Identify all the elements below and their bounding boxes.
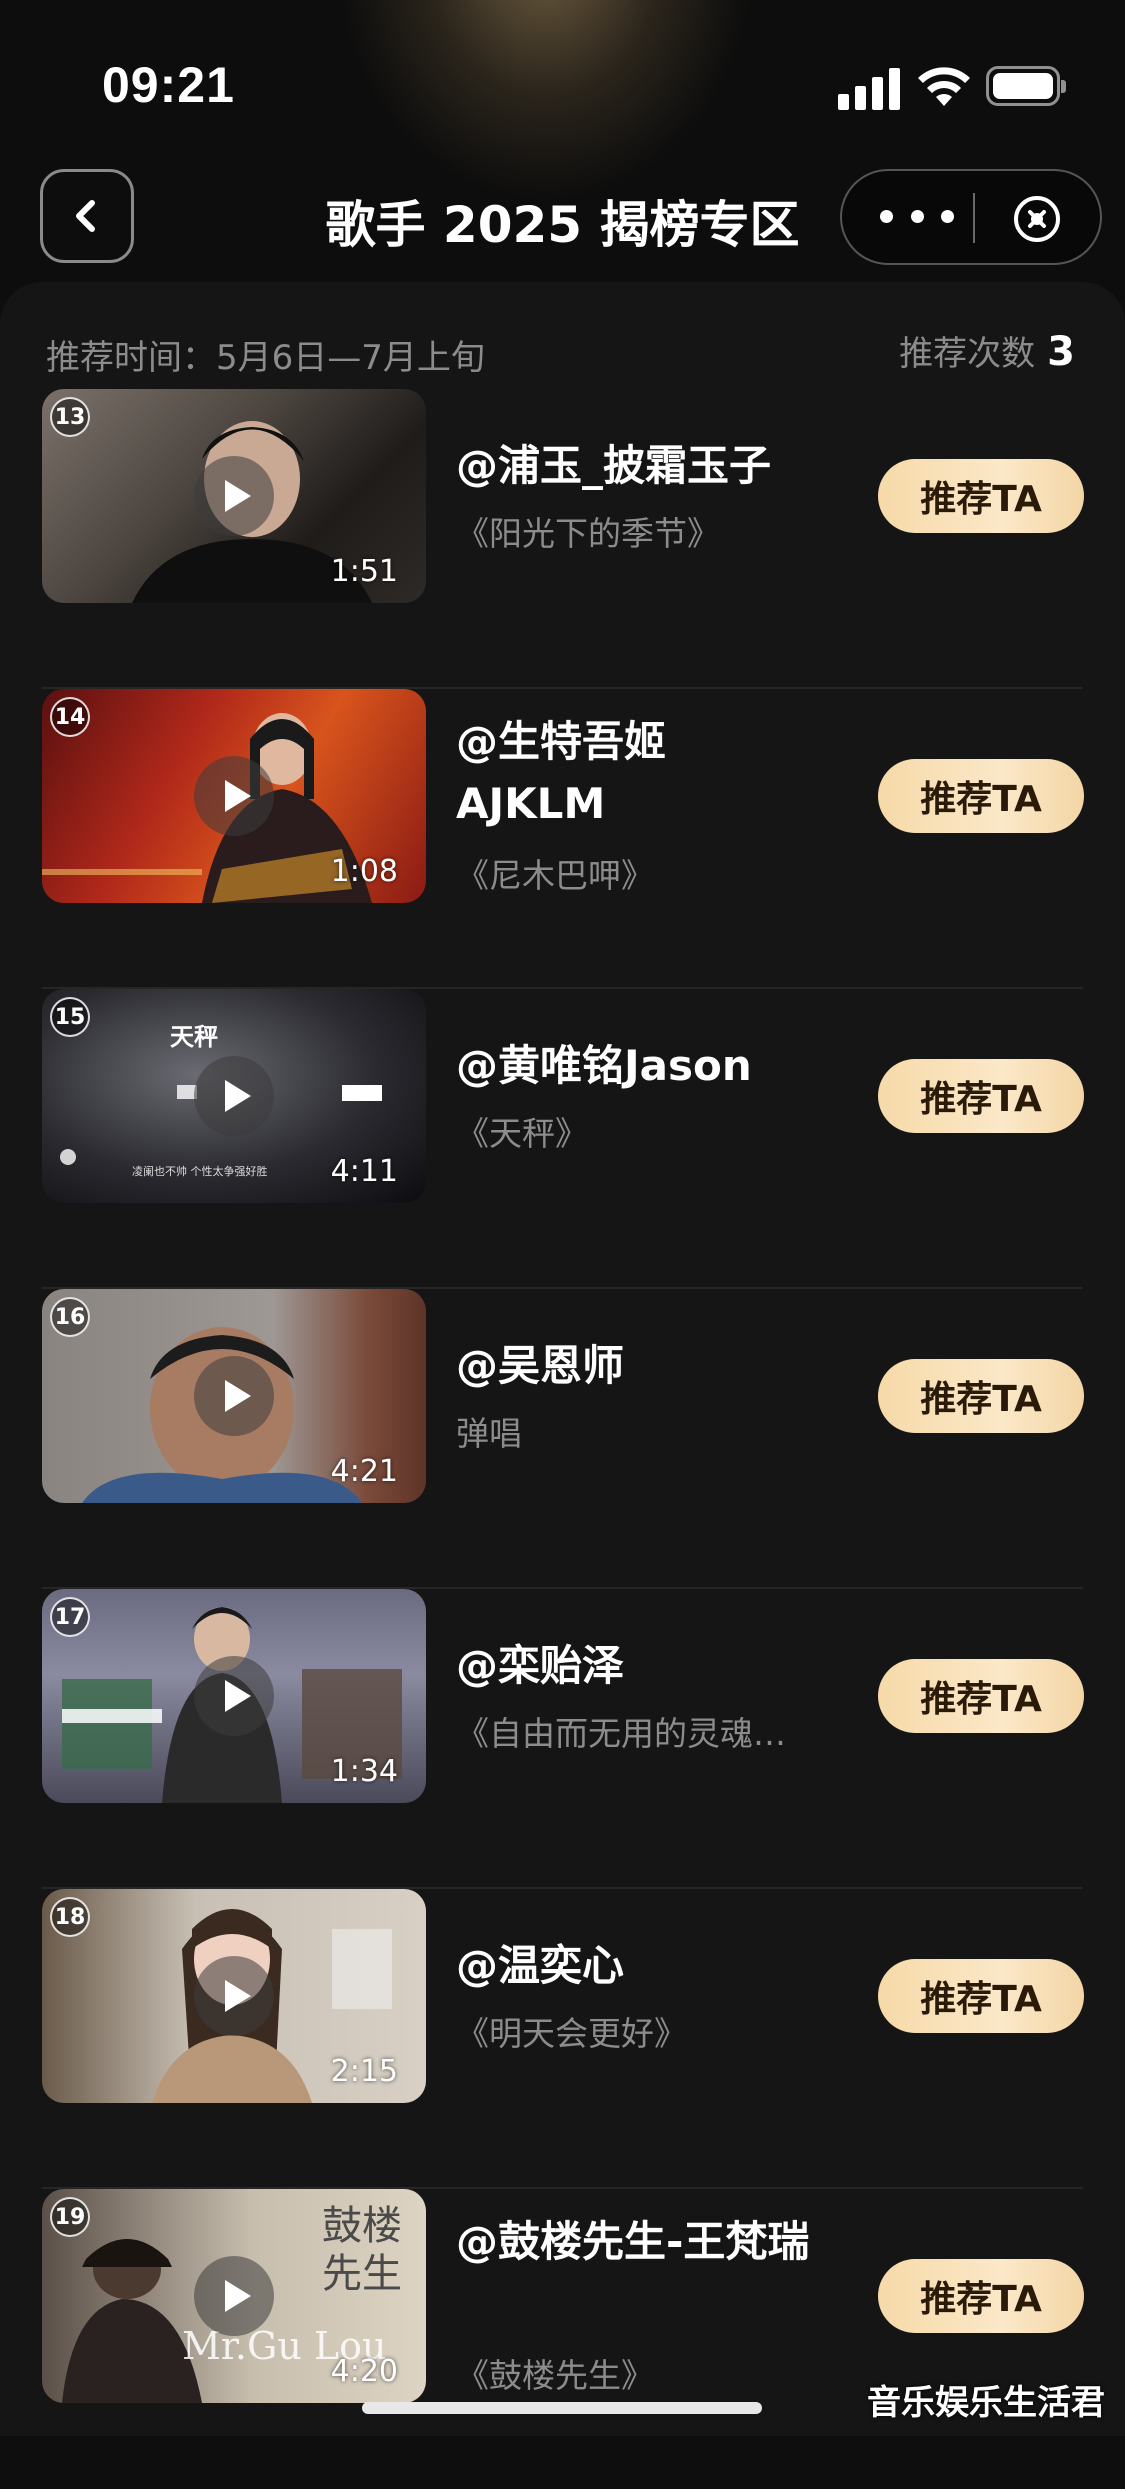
artist-name: @栾贻泽 [456, 1641, 625, 1690]
recommend-button[interactable]: 推荐TA [878, 459, 1084, 533]
rank-badge: 17 [50, 1597, 90, 1637]
battery-icon [986, 66, 1066, 106]
video-duration: 1:34 [330, 1754, 398, 1789]
recommend-count: 推荐次数 3 [899, 326, 1075, 375]
video-thumbnail[interactable]: 18 2:15 [42, 1889, 426, 2103]
rank-badge: 16 [50, 1297, 90, 1337]
artist-name: @鼓楼先生-王梵瑞 [456, 2217, 810, 2266]
svg-text:凌阑也不帅 个性太争强好胜: 凌阑也不帅 个性太争强好胜 [132, 1164, 268, 1178]
video-thumbnail[interactable]: 16 4:21 [42, 1289, 426, 1503]
recommend-count-label: 推荐次数 [899, 334, 1036, 374]
video-duration: 1:08 [330, 854, 398, 889]
cellular-signal-icon [838, 66, 902, 110]
capsule-divider [973, 193, 975, 243]
play-icon[interactable] [194, 1056, 274, 1136]
rank-badge: 18 [50, 1897, 90, 1937]
mini-program-capsule [840, 169, 1102, 265]
song-title: 《鼓楼先生》 [456, 2356, 654, 2395]
recommend-period: 推荐时间：5月6日—7月上旬 [46, 338, 485, 378]
artist-name: @吴恩师 [456, 1341, 625, 1390]
play-icon[interactable] [194, 1956, 274, 2036]
video-thumbnail[interactable]: 13 1:51 [42, 389, 426, 603]
recommend-count-value: 3 [1047, 329, 1075, 375]
video-duration: 4:11 [330, 1154, 398, 1189]
list-item: 13 1:51 @浦玉_披霜玉子 《阳光下的季节》 推荐TA [0, 389, 1125, 689]
list-item: 18 2:15 @温奕心 《明天会更好》 推荐TA [0, 1889, 1125, 2189]
recommend-button[interactable]: 推荐TA [878, 1659, 1084, 1733]
play-icon[interactable] [194, 456, 274, 536]
status-time: 09:21 [102, 57, 235, 113]
song-title: 《阳光下的季节》 [456, 514, 720, 553]
video-thumbnail[interactable]: 天秤 凌阑也不帅 个性太争强好胜 15 4:11 [42, 989, 426, 1203]
home-indicator[interactable] [362, 2402, 762, 2414]
list-item: 鼓楼 先生 Mr.Gu Lou 19 4:20 @鼓楼先生-王梵瑞 《鼓楼先生》… [0, 2189, 1125, 2489]
play-icon[interactable] [194, 1656, 274, 1736]
list-item: 天秤 凌阑也不帅 个性太争强好胜 15 4:11 @黄唯铭Jason 《天秤》 … [0, 989, 1125, 1289]
rank-badge: 14 [50, 697, 90, 737]
rank-badge: 19 [50, 2197, 90, 2237]
play-icon[interactable] [194, 1356, 274, 1436]
artist-name: @生特吾姬AJKLM [456, 717, 667, 828]
recommend-button[interactable]: 推荐TA [878, 759, 1084, 833]
video-thumbnail[interactable]: 鼓楼 先生 Mr.Gu Lou 19 4:20 [42, 2189, 426, 2403]
list-item: 17 1:34 @栾贻泽 《自由而无用的灵魂… 推荐TA [0, 1589, 1125, 1889]
video-duration: 4:21 [330, 1454, 398, 1489]
nav-bar: 歌手 2025 揭榜专区 [0, 165, 1125, 275]
song-title: 《自由而无用的灵魂… [456, 1714, 786, 1753]
song-title: 《明天会更好》 [456, 2014, 687, 2053]
song-title: 《尼木巴呷》 [456, 856, 654, 895]
svg-text:先生: 先生 [322, 2251, 402, 2297]
video-duration: 2:15 [330, 2054, 398, 2089]
artist-name: @黄唯铭Jason [456, 1041, 752, 1090]
recommend-button[interactable]: 推荐TA [878, 1359, 1084, 1433]
rank-badge: 13 [50, 397, 90, 437]
song-title: 《天秤》 [456, 1114, 588, 1153]
recommend-button[interactable]: 推荐TA [878, 1059, 1084, 1133]
list-item: 16 4:21 @吴恩师 弹唱 推荐TA [0, 1289, 1125, 1589]
play-icon[interactable] [194, 2256, 274, 2336]
video-duration: 1:51 [330, 554, 398, 589]
artist-name: @浦玉_披霜玉子 [456, 441, 772, 490]
close-circle-icon[interactable] [1012, 194, 1062, 244]
status-bar: 09:21 [0, 0, 1125, 170]
artist-name: @温奕心 [456, 1941, 625, 1990]
play-icon[interactable] [194, 756, 274, 836]
video-duration: 4:20 [330, 2354, 398, 2389]
song-title: 弹唱 [456, 1414, 522, 1453]
recommend-button[interactable]: 推荐TA [878, 2259, 1084, 2333]
list-item: 14 1:08 @生特吾姬AJKLM 《尼木巴呷》 推荐TA [0, 689, 1125, 989]
recommend-button[interactable]: 推荐TA [878, 1959, 1084, 2033]
video-thumbnail[interactable]: 17 1:34 [42, 1589, 426, 1803]
video-thumbnail[interactable]: 14 1:08 [42, 689, 426, 903]
watermark-text: 音乐娱乐生活君 [867, 2383, 1105, 2423]
svg-text:鼓楼: 鼓楼 [322, 2203, 402, 2249]
more-dots-icon[interactable] [880, 201, 954, 231]
ranking-panel: 推荐时间：5月6日—7月上旬 推荐次数 3 13 1:51 @浦玉_披霜玉子 《阳… [0, 282, 1125, 2436]
rank-badge: 15 [50, 997, 90, 1037]
svg-text:天秤: 天秤 [170, 1022, 218, 1051]
wifi-icon [918, 67, 970, 106]
